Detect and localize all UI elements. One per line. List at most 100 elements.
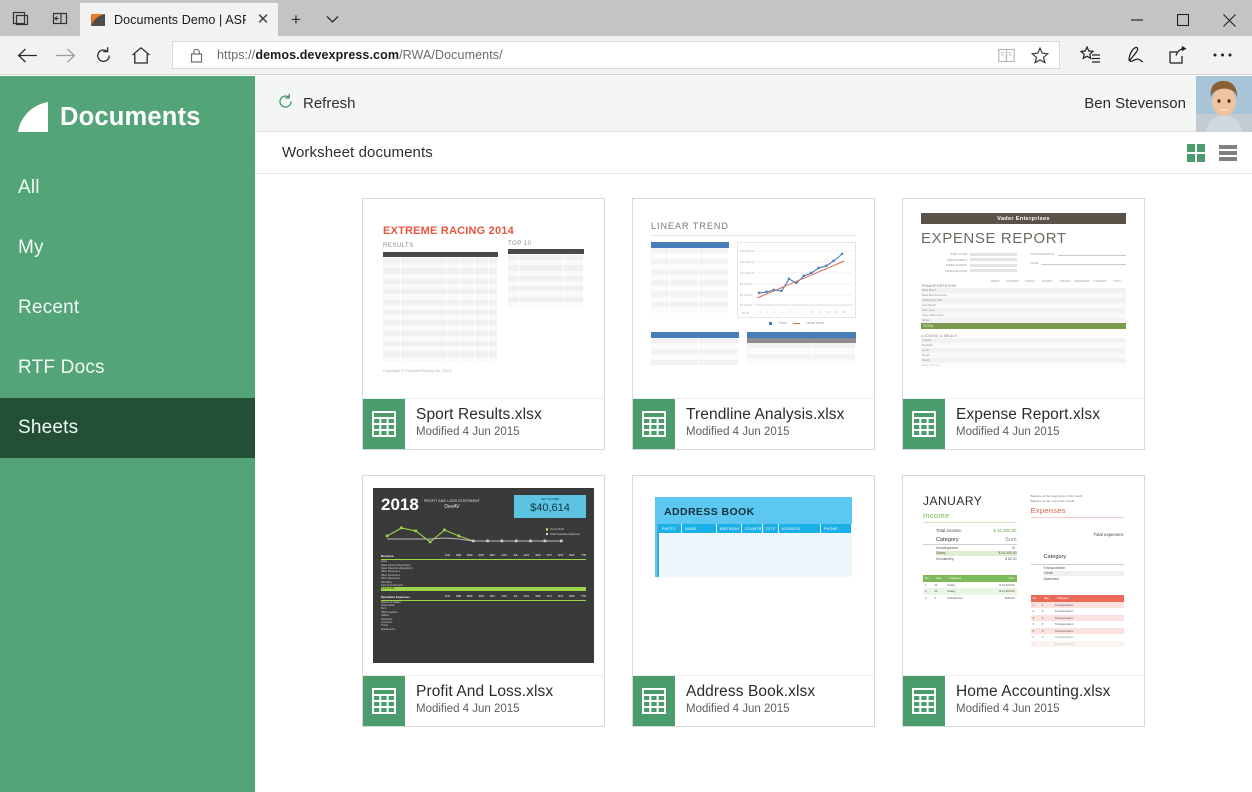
sidebar-item-rtf-docs[interactable]: RTF Docs [0,338,255,398]
task-view-icon[interactable] [0,0,40,36]
thumb-col-header: SATURDAY [1004,280,1021,283]
sidebar-item-label: Recent [18,297,79,319]
thumb-label: Total expenses: [1093,532,1124,537]
thumb-col-header: BIRTHDAY [717,524,742,533]
forward-arrow-icon[interactable] [46,38,84,72]
web-notes-pen-icon[interactable] [1112,38,1156,72]
refresh-label: Refresh [303,95,356,112]
document-thumbnail: ADDRESS BOOK PHOTONAMEBIRTHDAYCOUNTRYCIT… [633,476,874,676]
excel-spreadsheet-icon [633,399,675,449]
minimize-button[interactable] [1114,4,1160,36]
star-icon[interactable] [1027,42,1053,68]
lock-icon [183,42,209,68]
sidebar-item-sheets[interactable]: Sheets [0,398,255,458]
document-card-footer: Profit And Loss.xlsx Modified 4 Jun 2015 [363,676,604,726]
thumb-col-header: NAME [682,524,717,533]
close-icon[interactable]: ✕ [254,12,272,27]
thumb-heading: EXPENSE REPORT [921,230,1126,247]
main-content: Refresh Ben Stevenson [255,76,1252,792]
refresh-icon[interactable] [84,38,122,72]
documents-grid: EXTREME RACING 2014 RESULTS TOP [255,174,1252,792]
thumb-chart: $15,000.00$12,000.00 $10,000.00$8,000.00… [737,242,856,318]
browser-tab[interactable]: Documents Demo | ASP ✕ [80,3,278,36]
favorites-hub-icon[interactable] [1068,38,1112,72]
document-card-meta: Sport Results.xlsx Modified 4 Jun 2015 [405,399,542,449]
thumb-col-header: JAN [438,595,449,599]
document-row: 2018 PROFIT AND LOSS STATEMENT DevAV NET… [255,475,1252,727]
legend-item: Gross Profit [550,528,564,531]
back-arrow-icon[interactable] [8,38,46,72]
sidebar-item-all[interactable]: All [0,158,255,218]
reading-view-icon[interactable] [993,42,1019,68]
thumb-footer: Copyright © Extreme Racing Inc. 2014 [383,368,584,373]
share-icon[interactable] [1156,38,1200,72]
app-brand[interactable]: Documents [0,76,255,136]
thumb-table-row: Apartment [1044,576,1125,582]
document-card-footer: Home Accounting.xlsx Modified 4 Jun 2015 [903,676,1144,726]
url-text: https://demos.devexpress.com/RWA/Documen… [217,48,985,62]
thumb-kpi-value: $40,614 [524,502,576,514]
thumb-table-row [651,307,729,312]
document-card-meta: Home Accounting.xlsx Modified 4 Jun 2015 [945,676,1111,726]
document-modified: Modified 4 Jun 2015 [416,426,542,438]
thumb-col-header: FRIDAY [987,280,1004,283]
thumb-col-header: JAN [438,554,449,558]
document-card[interactable]: ADDRESS BOOK PHOTONAMEBIRTHDAYCOUNTRYCIT… [632,475,875,727]
list-view-icon[interactable] [1212,136,1244,170]
chevron-down-icon[interactable] [314,3,350,36]
thumb-field: DEPARTMENT [921,258,1017,262]
thumb-label: Balance at the beginning of the month [1031,494,1125,498]
home-icon[interactable] [122,38,160,72]
svg-text:2: 2 [767,310,769,314]
document-title: Address Book.xlsx [686,683,815,701]
thumb-table-row: Gross Profit [381,587,586,590]
thumb-col-header: YTD [575,595,586,599]
page-viewport: Documents All My Recent RTF Docs Sheets … [0,76,1252,792]
thumb-field: MILEAGE RATE [921,269,1017,273]
sidebar-item-recent[interactable]: Recent [0,278,255,338]
maximize-button[interactable] [1160,4,1206,36]
thumb-col-header: AUG [518,595,529,599]
thumb-col-header: No [923,576,934,580]
thumb-col-header: NOV [552,554,563,558]
thumb-col-header: DEC [563,554,574,558]
thumb-heading: ADDRESS BOOK [664,506,852,518]
document-card[interactable]: EXTREME RACING 2014 RESULTS TOP [362,198,605,450]
thumb-col-header: APR [472,554,483,558]
svg-text:11: 11 [835,310,838,314]
browser-window: Documents Demo | ASP ✕ + [0,0,1252,792]
document-card-footer: Trendline Analysis.xlsx Modified 4 Jun 2… [633,399,874,449]
sidebar-item-my[interactable]: My [0,218,255,278]
document-card[interactable]: 2018 PROFIT AND LOSS STATEMENT DevAV NET… [362,475,605,727]
document-card[interactable]: LINEAR TREND [632,198,875,450]
document-card[interactable]: JANUARY Income Total income: $ 34,380.00 [902,475,1145,727]
new-tab-button[interactable]: + [278,3,314,36]
close-window-button[interactable] [1206,4,1252,36]
tab-title: Documents Demo | ASP [114,13,246,27]
thumb-value: $ 34,380.00 [993,528,1016,533]
svg-text:12: 12 [842,310,846,314]
address-bar[interactable]: https://demos.devexpress.com/RWA/Documen… [172,41,1060,69]
thumb-section-label: Operation Expenses [381,595,438,599]
sidebar-nav: All My Recent RTF Docs Sheets [0,158,255,458]
document-thumbnail: LINEAR TREND [633,199,874,399]
thumb-section-label: Revenue [381,554,438,558]
more-options-icon[interactable] [1200,38,1244,72]
grid-view-icon[interactable] [1180,136,1212,170]
sidebar-item-label: RTF Docs [18,357,105,379]
refresh-button[interactable]: Refresh [267,87,366,121]
document-modified: Modified 4 Jun 2015 [686,426,845,438]
avatar[interactable] [1196,76,1252,132]
thumb-col-header: Category [1055,596,1124,600]
thumb-table-row [508,302,584,307]
document-modified: Modified 4 Jun 2015 [956,703,1111,715]
document-thumbnail: EXTREME RACING 2014 RESULTS TOP [363,199,604,399]
thumb-col-header: CITY [763,524,778,533]
svg-text:6: 6 [797,310,799,314]
thumb-section-label: Income [923,511,1017,520]
document-card[interactable]: Vader Enterprises EXPENSE REPORT EMPLOYE… [902,198,1145,450]
split-screen-icon[interactable] [40,0,80,36]
svg-text:$8,000.00: $8,000.00 [740,282,753,286]
thumb-section-label: TOP 10 [508,241,584,247]
excel-spreadsheet-icon [903,399,945,449]
